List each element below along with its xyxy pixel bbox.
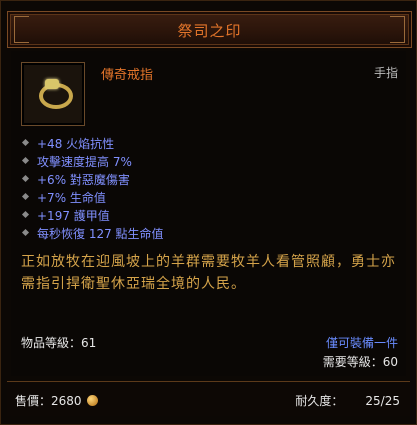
- stats-list: +48 火焰抗性 攻擊速度提高 7% +6% 對惡魔傷害 +7% 生命值 +19…: [21, 135, 164, 243]
- item-set-title: 祭司之印: [177, 22, 242, 40]
- title-bar: 祭司之印: [7, 11, 412, 48]
- bullet-icon: [21, 192, 30, 201]
- stat-text: +48 火焰抗性: [37, 137, 115, 151]
- sell-price-label: 售價：: [15, 394, 52, 408]
- stat-line: +6% 對惡魔傷害: [21, 171, 164, 189]
- lore-text: 正如放牧在迎風坡上的羊群需要牧羊人看管照顧，勇士亦需指引捍衛聖休亞瑞全境的人民。: [21, 254, 396, 292]
- stat-line: +48 火焰抗性: [21, 135, 164, 153]
- durability-label: 耐久度：: [295, 394, 344, 408]
- level-requirement: 需要等級：60: [322, 355, 398, 369]
- ring-gem: [45, 79, 59, 89]
- item-level: 物品等級：61: [21, 336, 97, 350]
- footer-bar: 售價：2680 耐久度： 25/25: [7, 381, 410, 416]
- stat-text: +6% 對惡魔傷害: [37, 173, 130, 187]
- bullet-icon: [21, 138, 30, 147]
- item-details-panel: 傳奇戒指 手指 +48 火焰抗性 攻擊速度提高 7% +6% 對惡魔傷害 +7%…: [11, 51, 406, 376]
- bullet-icon: [21, 156, 30, 165]
- stat-line: 每秒恢復 127 點生命值: [21, 225, 164, 243]
- stat-line: +197 護甲值: [21, 207, 164, 225]
- stat-line: 攻擊速度提高 7%: [21, 153, 164, 171]
- stat-text: +197 護甲值: [37, 209, 110, 223]
- item-tooltip: 祭司之印 傳奇戒指 手指 +48 火焰抗性 攻擊速度提高 7% +6% 對惡魔傷…: [0, 0, 417, 425]
- stat-text: 每秒恢復 127 點生命值: [37, 227, 164, 241]
- gold-coin-icon: [87, 395, 99, 406]
- sell-price-value: 2680: [51, 394, 82, 408]
- durability-value: 25/25: [365, 394, 400, 408]
- bullet-icon: [21, 210, 30, 219]
- sell-price: 售價：2680: [15, 392, 99, 409]
- durability: 耐久度： 25/25: [295, 392, 400, 409]
- stat-text: +7% 生命值: [37, 191, 106, 205]
- stat-text: 攻擊速度提高 7%: [37, 155, 132, 169]
- item-type: 手指: [373, 66, 398, 80]
- bullet-icon: [21, 228, 30, 237]
- item-name: 傳奇戒指: [101, 68, 154, 83]
- stat-line: +7% 生命值: [21, 189, 164, 207]
- unique-equip-note: 僅可裝備一件: [325, 336, 398, 350]
- bullet-icon: [21, 174, 30, 183]
- item-icon-slot: [21, 62, 85, 126]
